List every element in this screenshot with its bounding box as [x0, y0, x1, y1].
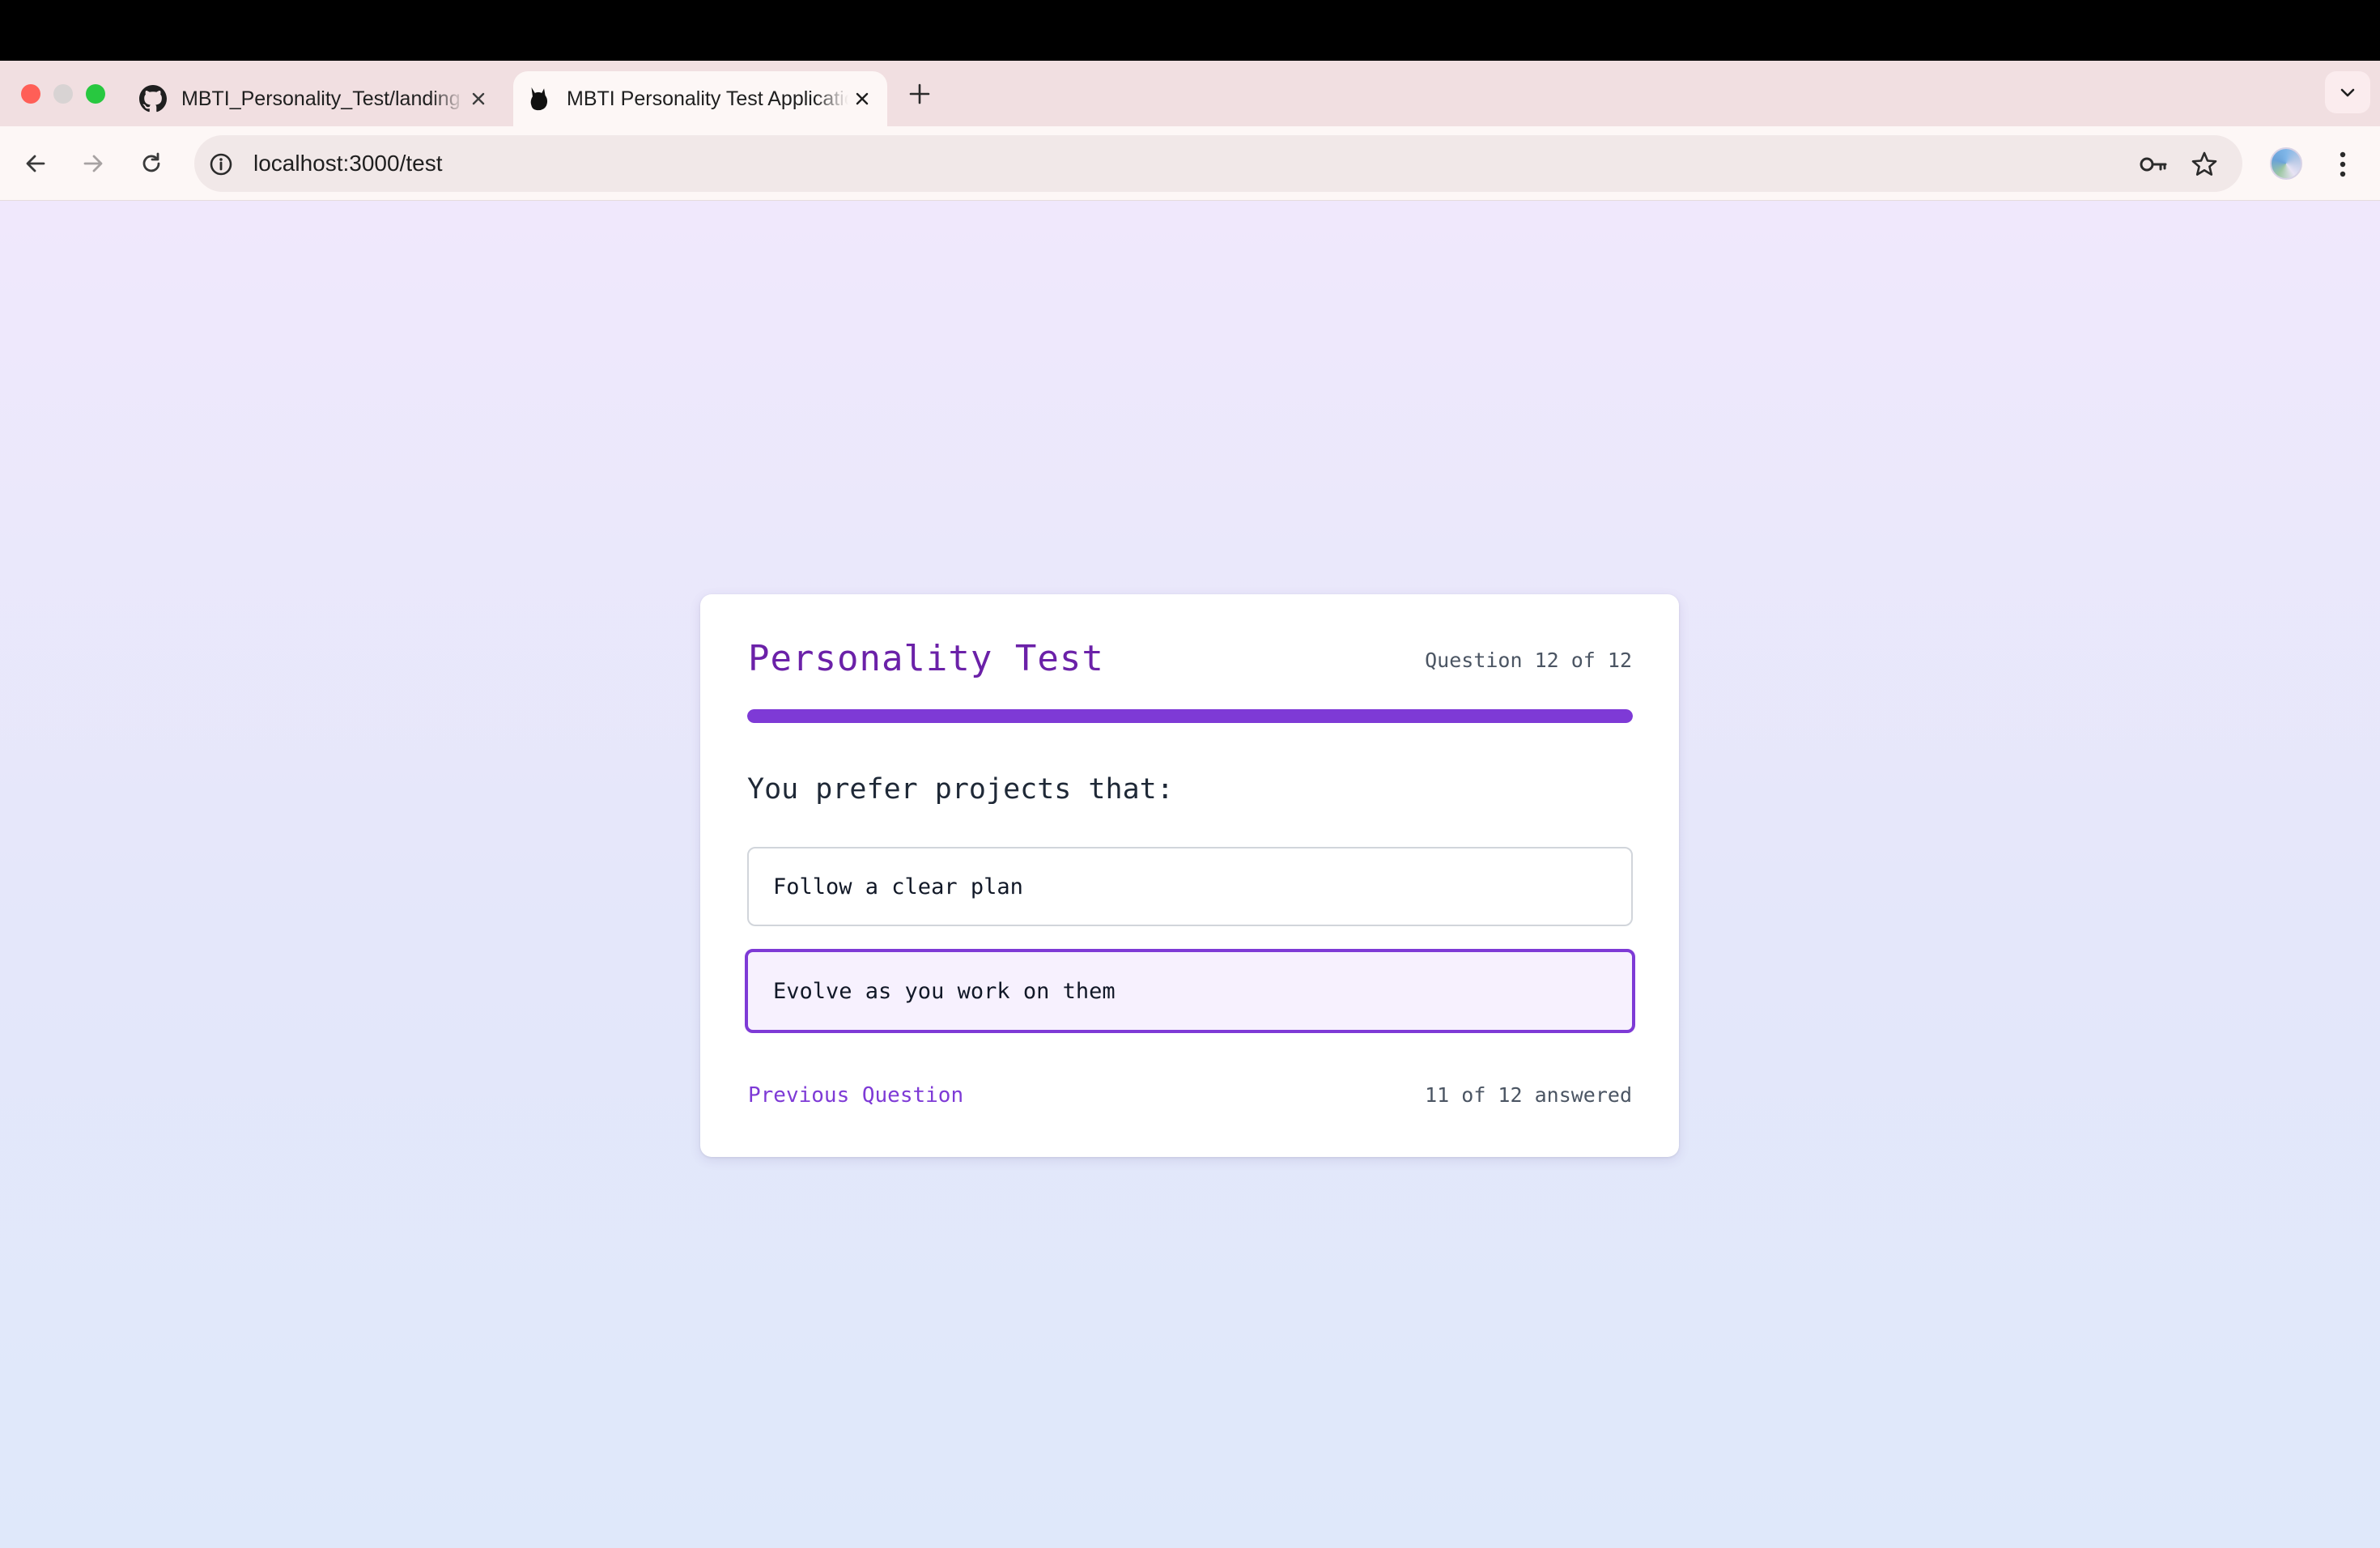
page-title: Personality Test — [748, 638, 1104, 679]
password-manager-button[interactable] — [2136, 147, 2170, 181]
maximize-window-button[interactable] — [86, 84, 105, 104]
close-tab-icon[interactable] — [848, 85, 876, 113]
minimize-window-button[interactable] — [53, 84, 73, 104]
tab-search-button[interactable] — [2325, 71, 2370, 113]
arrow-left-icon — [26, 155, 45, 172]
info-icon — [210, 153, 232, 176]
github-icon — [139, 85, 167, 113]
key-icon — [2140, 157, 2167, 172]
answer-option-label: Evolve as you work on them — [773, 978, 1116, 1004]
reload-button[interactable] — [132, 144, 171, 183]
site-info-button[interactable] — [207, 151, 235, 178]
plus-icon — [909, 83, 930, 104]
question-text: You prefer projects that: — [747, 773, 1174, 806]
chevron-down-icon — [2340, 88, 2355, 97]
tab-mbti-app[interactable]: MBTI Personality Test Application — [513, 71, 887, 126]
browser-menu-button[interactable] — [2328, 146, 2357, 183]
question-counter: Question 12 of 12 — [1425, 649, 1632, 672]
system-bar — [0, 0, 2380, 61]
profile-avatar[interactable] — [2270, 147, 2302, 180]
new-tab-button[interactable] — [903, 78, 936, 110]
url-text[interactable]: localhost:3000/test — [253, 149, 443, 178]
answer-option-b-selected[interactable]: Evolve as you work on them — [745, 949, 1635, 1033]
previous-question-button[interactable]: Previous Question — [748, 1082, 963, 1109]
close-window-button[interactable] — [21, 84, 40, 104]
answer-option-a[interactable]: Follow a clear plan — [747, 847, 1633, 926]
close-tab-icon[interactable] — [465, 85, 492, 113]
bookmark-button[interactable] — [2187, 147, 2221, 181]
kebab-menu-icon — [2340, 151, 2346, 177]
reload-icon — [142, 152, 160, 172]
address-bar[interactable] — [194, 135, 2242, 192]
tab-title: MBTI_Personality_Test/landing — [181, 87, 461, 110]
arrow-right-icon — [83, 155, 103, 172]
test-card: Personality Test Question 12 of 12 You p… — [700, 594, 1679, 1157]
answer-option-label: Follow a clear plan — [773, 874, 1023, 899]
app-favicon-icon — [530, 87, 548, 111]
back-button[interactable] — [16, 144, 55, 183]
forward-button[interactable] — [74, 144, 113, 183]
progress-bar — [747, 709, 1633, 723]
tab-github[interactable]: MBTI_Personality_Test/landing — [130, 71, 504, 126]
star-icon — [2191, 151, 2217, 176]
answered-count: 11 of 12 answered — [1425, 1083, 1632, 1107]
tab-title: MBTI Personality Test Application — [567, 87, 848, 110]
progress-bar-fill — [747, 709, 1633, 723]
